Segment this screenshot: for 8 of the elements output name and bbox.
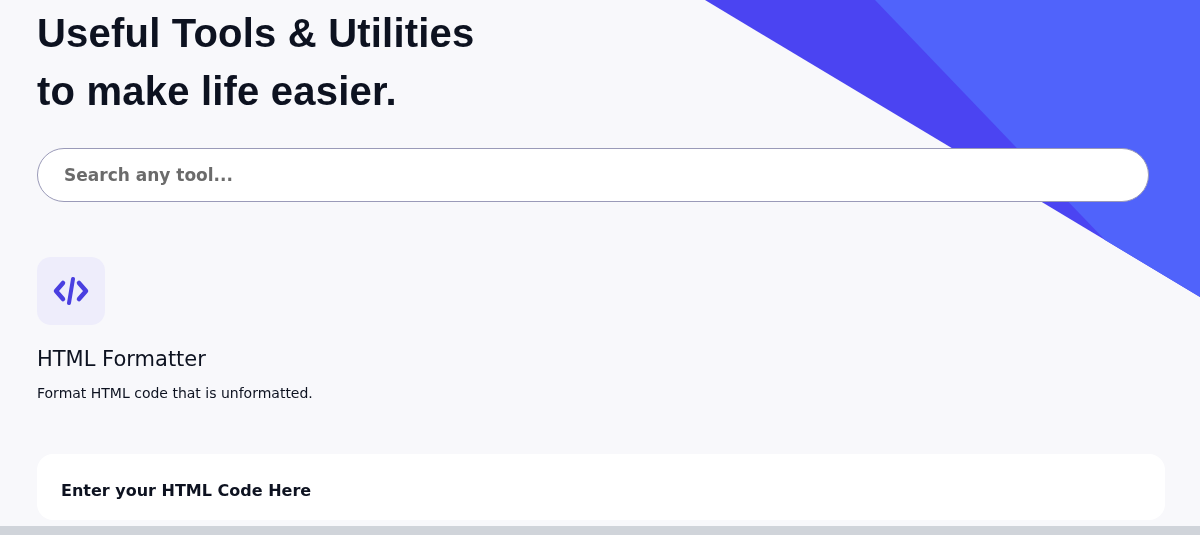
headline: to make life easier. xyxy=(37,69,397,113)
search-field[interactable]: Search any tool... xyxy=(37,148,1149,202)
headline: Useful Tools & Utilities xyxy=(37,11,475,55)
input-label: Enter your HTML Code Here xyxy=(61,481,312,500)
tool-description: Format HTML code that is unformatted. xyxy=(37,385,313,401)
tool-title: HTML Formatter xyxy=(37,347,206,371)
code-icon xyxy=(37,257,105,325)
scrollbar[interactable] xyxy=(0,526,1200,535)
